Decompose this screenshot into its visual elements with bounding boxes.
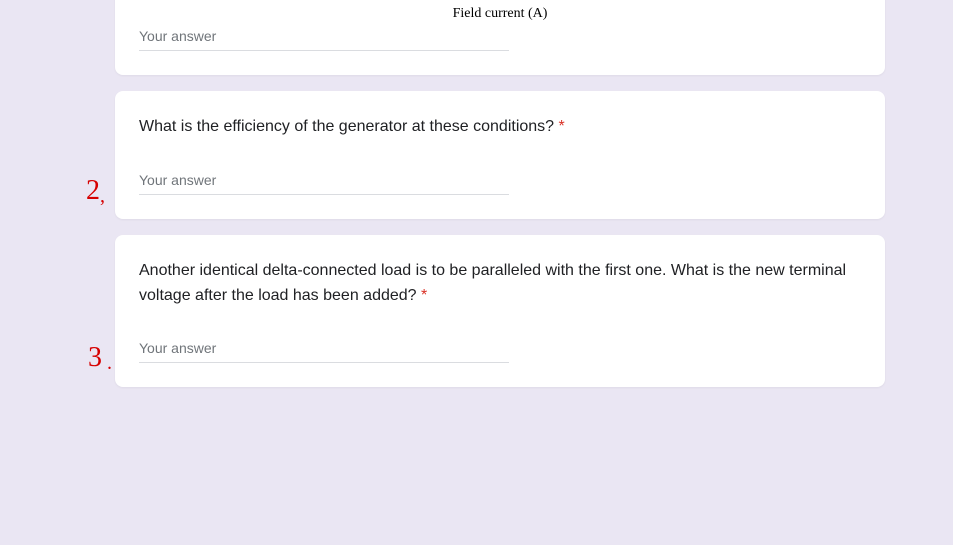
chart-container: Field current (A) — [139, 0, 861, 24]
required-asterisk: * — [559, 118, 565, 135]
chart-x-axis-label: Field current (A) — [453, 6, 548, 22]
answer-input-1[interactable] — [139, 24, 509, 51]
question-text-3: Another identical delta-connected load i… — [139, 259, 861, 309]
question-label: Another identical delta-connected load i… — [139, 262, 846, 304]
question-text-2: What is the efficiency of the generator … — [139, 115, 861, 140]
annotation-dot: . — [102, 352, 112, 374]
annotation-2-text: 2 — [86, 175, 100, 206]
annotation-2: 2, — [86, 177, 105, 206]
form-column: Field current (A) What is the efficiency… — [115, 0, 885, 403]
annotation-3: 3 . — [88, 344, 112, 373]
required-asterisk: * — [421, 287, 427, 304]
annotation-3-text: 3 — [88, 342, 102, 373]
answer-input-2[interactable] — [139, 168, 509, 195]
question-card-1: Field current (A) — [115, 0, 885, 75]
question-label: What is the efficiency of the generator … — [139, 118, 559, 135]
annotation-dot: , — [100, 185, 105, 207]
answer-input-3[interactable] — [139, 336, 509, 363]
question-card-3: Another identical delta-connected load i… — [115, 235, 885, 388]
question-card-2: What is the efficiency of the generator … — [115, 91, 885, 219]
